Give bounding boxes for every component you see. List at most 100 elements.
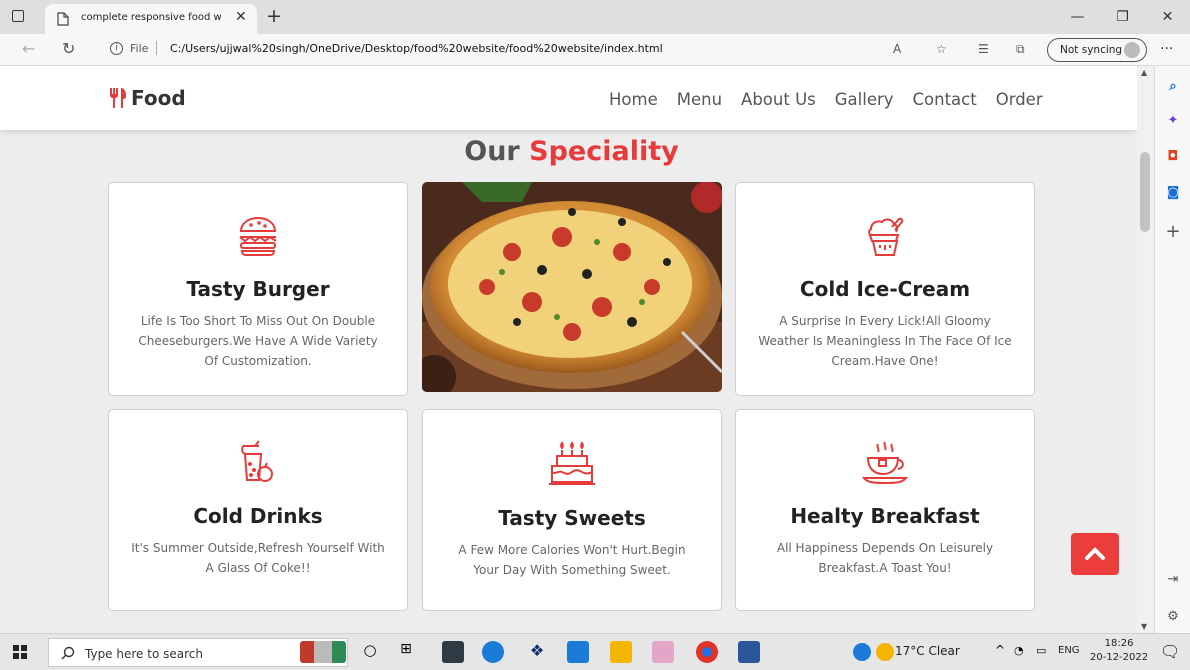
site-logo[interactable]: Food [108, 86, 186, 110]
clock-date: 20-12-2022 [1090, 652, 1149, 663]
section-title: Our Speciality [0, 136, 1137, 167]
ice-cream-icon [868, 217, 904, 256]
nav-contact[interactable]: Contact [913, 90, 977, 109]
hide-sidebar-icon[interactable]: ⇥ [1163, 569, 1183, 589]
chevron-up-icon [1085, 547, 1105, 560]
search-placeholder: Type here to search [85, 647, 203, 661]
card-title: Cold Drinks [193, 504, 323, 528]
info-icon[interactable]: i [110, 42, 123, 55]
tab-actions-icon[interactable] [12, 10, 24, 22]
logo-text: Food [131, 86, 186, 110]
restore-icon[interactable]: ❐ [1100, 0, 1145, 34]
search-icon[interactable]: ⌕ [1163, 76, 1183, 96]
dropbox-icon[interactable]: ❖ [526, 641, 548, 663]
help-icon[interactable] [853, 643, 871, 661]
language-indicator[interactable]: ENG [1058, 645, 1080, 656]
collections-icon[interactable]: ⧉ [1016, 42, 1025, 57]
windows-start-icon[interactable] [13, 645, 27, 659]
nav-order[interactable]: Order [996, 90, 1043, 109]
photoshop-icon[interactable] [652, 641, 674, 663]
close-window-icon[interactable]: ✕ [1145, 0, 1190, 34]
main-nav: Home Menu About Us Gallery Contact Order [609, 90, 1062, 109]
nav-home[interactable]: Home [609, 90, 658, 109]
favorites-icon[interactable]: ☰ [978, 42, 989, 56]
weather-text[interactable]: 17°C Clear [895, 644, 960, 658]
sparkle-icon[interactable]: ✦ [1163, 110, 1183, 130]
add-favorite-icon[interactable]: ☆ [936, 42, 947, 56]
browser-sidebar: ⌕ ✦ ◘ ◙ + ⇥ ⚙ [1154, 66, 1190, 633]
speciality-card: Healty Breakfast All Happiness Depends O… [735, 409, 1035, 611]
card-description: It's Summer Outside,Refresh Yourself Wit… [131, 541, 385, 575]
file-explorer-icon[interactable] [610, 641, 632, 663]
scroll-up-arrow-icon[interactable]: ▲ [1141, 68, 1147, 77]
page-scrollbar[interactable]: ▲ ▼ [1137, 66, 1154, 633]
weather-icon[interactable] [876, 643, 894, 661]
clock-time: 18:26 [1104, 638, 1134, 649]
office-icon[interactable]: ◘ [1163, 146, 1183, 166]
chrome-icon[interactable] [696, 641, 718, 663]
search-icon [61, 646, 75, 660]
search-highlight-icon[interactable] [300, 641, 346, 663]
tab-title: complete responsive food websit [81, 12, 221, 23]
sublime-text-icon[interactable] [442, 641, 464, 663]
nav-about-us[interactable]: About Us [741, 90, 816, 109]
page-viewport: Food Home Menu About Us Gallery Contact … [0, 66, 1137, 633]
section-title-part1: Our [464, 136, 520, 167]
tab-bar: complete responsive food websit ✕ + — ❐ … [0, 0, 1190, 34]
speciality-card: Tasty Burger Life Is Too Short To Miss O… [108, 182, 408, 396]
network-icon[interactable]: ◔ [1014, 644, 1024, 657]
card-description: A Surprise In Every Lick!All Gloomy Weat… [758, 314, 1012, 368]
outlook-icon[interactable]: ◙ [1163, 182, 1183, 202]
add-icon[interactable]: + [1163, 221, 1183, 242]
more-options-icon[interactable]: ··· [1160, 41, 1173, 57]
page-icon [57, 12, 69, 26]
nav-menu[interactable]: Menu [677, 90, 722, 109]
card-title: Tasty Burger [186, 277, 330, 301]
new-tab-icon[interactable]: + [266, 5, 282, 27]
url-text[interactable]: C:/Users/ujjwal%20singh/OneDrive/Desktop… [170, 42, 663, 55]
scroll-down-arrow-icon[interactable]: ▼ [1141, 622, 1147, 631]
speciality-card: Tasty Sweets A Few More Calories Won't H… [422, 409, 722, 611]
address-bar: ← ↻ i File C:/Users/ujjwal%20singh/OneDr… [0, 34, 1190, 66]
speciality-card: Cold Ice-Cream A Surprise In Every Lick!… [735, 182, 1035, 396]
cake-icon [549, 441, 595, 485]
coffee-cup-icon [861, 441, 909, 485]
close-tab-icon[interactable]: ✕ [235, 9, 247, 25]
avatar [1124, 42, 1140, 58]
card-title: Tasty Sweets [498, 506, 646, 530]
section-title-accent: Speciality [529, 136, 679, 167]
taskbar: Type here to search ○ ⊞ ❖ 17°C Clear ^ ◔… [0, 633, 1190, 670]
card-description: Life Is Too Short To Miss Out On Double … [138, 314, 378, 368]
burger-icon [239, 216, 277, 256]
window-controls: — ❐ ✕ [1055, 0, 1190, 34]
url-scheme-label: File [130, 42, 149, 55]
chevron-up-icon[interactable]: ^ [995, 643, 1005, 657]
profile-sync-button[interactable]: Not syncing [1047, 38, 1147, 62]
card-description: A Few More Calories Won't Hurt.Begin You… [458, 543, 686, 577]
card-description: All Happiness Depends On Leisurely Break… [776, 541, 994, 575]
cutlery-icon [110, 88, 126, 108]
card-title: Cold Ice-Cream [799, 277, 971, 301]
scrollbar-thumb[interactable] [1140, 152, 1150, 232]
back-icon[interactable]: ← [22, 39, 35, 58]
edge-icon[interactable] [482, 641, 504, 663]
refresh-icon[interactable]: ↻ [62, 39, 75, 58]
nav-gallery[interactable]: Gallery [835, 90, 894, 109]
settings-icon[interactable]: ⚙ [1163, 606, 1183, 626]
notifications-icon[interactable]: 🗨 [1160, 642, 1180, 661]
task-view-icon[interactable]: ⊞ [395, 641, 417, 663]
pizza-image [422, 182, 722, 392]
browser-tab[interactable]: complete responsive food websit ✕ [45, 4, 257, 34]
read-aloud-icon[interactable]: A [893, 42, 901, 56]
word-icon[interactable] [738, 641, 760, 663]
site-header: Food Home Menu About Us Gallery Contact … [0, 66, 1137, 130]
cortana-icon[interactable]: ○ [359, 641, 381, 663]
battery-icon[interactable]: ▭ [1036, 644, 1046, 657]
card-title: Healty Breakfast [790, 504, 980, 528]
clock[interactable]: 18:26 20-12-2022 [1090, 637, 1148, 665]
drink-icon [241, 440, 273, 482]
minimize-icon[interactable]: — [1055, 0, 1100, 34]
scroll-to-top-button[interactable] [1071, 533, 1119, 575]
mail-icon[interactable] [567, 641, 589, 663]
sync-label: Not syncing [1060, 44, 1123, 56]
